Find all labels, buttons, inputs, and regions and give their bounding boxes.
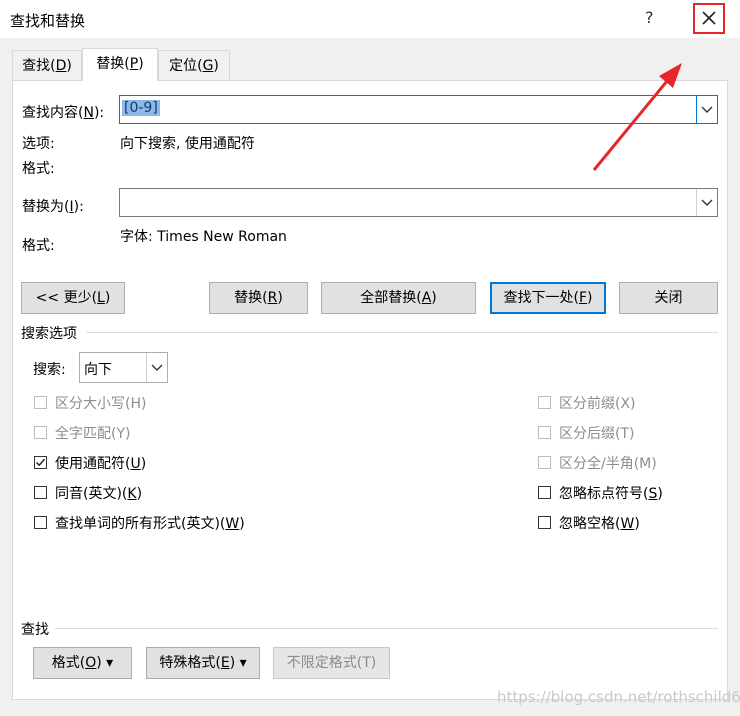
ignore-space-label: 忽略空格(W) xyxy=(559,516,640,532)
search-direction-dropdown[interactable] xyxy=(146,353,167,382)
replace-history-dropdown[interactable] xyxy=(696,189,717,216)
annotation-arrow-icon xyxy=(592,63,682,171)
match-suffix-label: 区分后缀(T) xyxy=(559,426,635,442)
replace-button[interactable]: 替换(R) xyxy=(209,282,308,314)
help-button[interactable]: ? xyxy=(645,8,654,27)
match-prefix-label: 区分前缀(X) xyxy=(559,396,636,412)
find-next-button[interactable]: 查找下一处(F) xyxy=(490,282,606,314)
replace-all-button[interactable]: 全部替换(A) xyxy=(321,282,476,314)
ignore-punctuation-label: 忽略标点符号(S) xyxy=(559,486,663,502)
search-options-header: 搜索选项 xyxy=(21,326,77,342)
title-bar: 查找和替换 ? xyxy=(0,0,740,38)
chevron-down-icon xyxy=(701,106,713,113)
close-button[interactable] xyxy=(693,3,725,34)
search-options-divider xyxy=(86,332,718,333)
find-section-header: 查找 xyxy=(21,622,49,638)
window-title: 查找和替换 xyxy=(10,12,86,30)
find-input-value: [0-9] xyxy=(122,100,160,116)
replace-format-label: 格式: xyxy=(22,238,55,254)
word-forms-checkbox[interactable] xyxy=(34,516,47,529)
watermark: https://blog.csdn.net/rothschild666 xyxy=(497,688,740,706)
search-direction-select[interactable]: 向下 xyxy=(79,352,168,383)
sounds-like-checkbox[interactable] xyxy=(34,486,47,499)
special-button[interactable]: 特殊格式(E) ▾ xyxy=(146,647,260,679)
find-history-dropdown[interactable] xyxy=(696,96,717,123)
close-icon xyxy=(702,11,716,25)
replace-label: 替换为(I): xyxy=(22,199,84,215)
find-section-divider xyxy=(55,628,718,629)
whole-word-checkbox[interactable] xyxy=(34,426,47,439)
format-button[interactable]: 格式(O) ▾ xyxy=(33,647,132,679)
tab-goto[interactable]: 定位(G) xyxy=(158,50,230,80)
search-direction-label: 搜索: xyxy=(33,362,66,378)
chevron-down-icon xyxy=(701,199,713,206)
tab-replace[interactable]: 替换(P) xyxy=(82,48,158,81)
options-value: 向下搜索, 使用通配符 xyxy=(120,136,255,152)
find-label: 查找内容(N): xyxy=(22,105,105,121)
match-suffix-checkbox[interactable] xyxy=(538,426,551,439)
replace-input[interactable] xyxy=(119,188,718,217)
less-button[interactable]: << 更少(L) xyxy=(21,282,125,314)
search-direction-value: 向下 xyxy=(84,362,112,378)
match-width-label: 区分全/半角(M) xyxy=(559,456,657,472)
active-tab-gap xyxy=(83,79,157,82)
tab-find[interactable]: 查找(D) xyxy=(12,50,82,80)
sounds-like-label: 同音(英文)(K) xyxy=(55,486,143,502)
wildcards-checkbox[interactable] xyxy=(34,456,47,469)
match-case-label: 区分大小写(H) xyxy=(55,396,147,412)
whole-word-label: 全字匹配(Y) xyxy=(55,426,131,442)
match-case-checkbox[interactable] xyxy=(34,396,47,409)
checkmark-icon xyxy=(35,458,46,467)
match-width-checkbox[interactable] xyxy=(538,456,551,469)
chevron-down-icon xyxy=(151,364,163,371)
ignore-space-checkbox[interactable] xyxy=(538,516,551,529)
close-dialog-button[interactable]: 关闭 xyxy=(619,282,718,314)
ignore-punctuation-checkbox[interactable] xyxy=(538,486,551,499)
find-format-label: 格式: xyxy=(22,161,55,177)
options-label: 选项: xyxy=(22,136,55,152)
match-prefix-checkbox[interactable] xyxy=(538,396,551,409)
word-forms-label: 查找单词的所有形式(英文)(W) xyxy=(55,516,245,532)
no-formatting-button[interactable]: 不限定格式(T) xyxy=(273,647,390,679)
replace-format-value: 字体: Times New Roman xyxy=(120,229,287,245)
wildcards-label: 使用通配符(U) xyxy=(55,456,147,472)
